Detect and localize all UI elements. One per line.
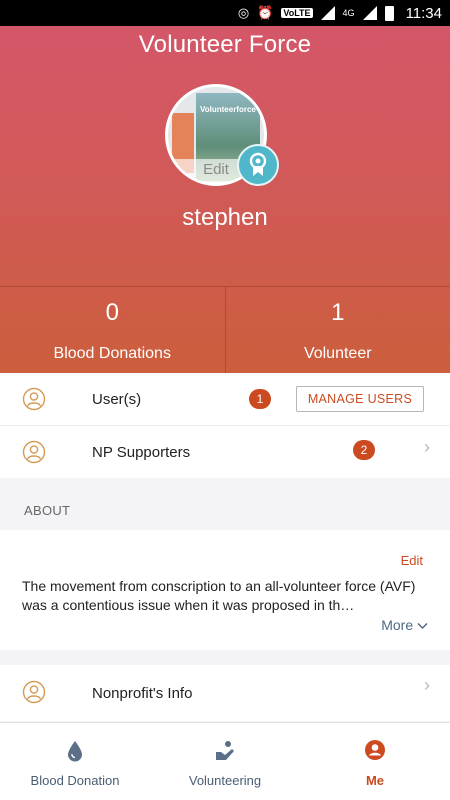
stat-value: 1 xyxy=(331,299,345,326)
about-card: Edit The movement from conscription to a… xyxy=(0,530,450,650)
avatar-image-caption: Volunteerforce xyxy=(200,105,256,114)
stat-volunteer[interactable]: 1 Volunteer xyxy=(224,287,450,373)
page-title: Volunteer Force xyxy=(138,31,312,58)
profile-header: ◎ ⏰ VoLTE 4G 11:34 Volunteer Force Volun… xyxy=(0,0,450,373)
nav-label: Me xyxy=(365,773,385,788)
signal-icon-2 xyxy=(362,6,377,20)
chevron-down-icon xyxy=(417,623,428,630)
users-count-badge: 1 xyxy=(249,389,271,409)
chevron-right-icon: › xyxy=(424,437,430,457)
nonprofit-info-label: Nonprofit's Info xyxy=(92,684,193,702)
nav-blood-donation[interactable]: Blood Donation xyxy=(0,723,150,800)
users-label: User(s) xyxy=(92,390,142,408)
nonprofit-info-row[interactable]: Nonprofit's Info › xyxy=(0,665,450,721)
np-supporters-label: NP Supporters xyxy=(92,443,191,461)
profile-icon xyxy=(365,740,385,760)
username: stephen xyxy=(182,204,268,231)
status-bar: ◎ ⏰ VoLTE 4G 11:34 xyxy=(0,0,450,26)
network-type: 4G xyxy=(342,8,355,18)
supporters-count-badge: 2 xyxy=(353,440,375,460)
alarm-icon: ⏰ xyxy=(257,5,274,20)
stat-value: 0 xyxy=(105,299,119,326)
more-label: More xyxy=(381,617,414,633)
about-text: The movement from conscription to an all… xyxy=(22,578,416,613)
volunteer-badge-icon xyxy=(237,144,279,186)
bottom-nav: Blood Donation Volunteering Me xyxy=(0,722,450,800)
about-edit-link[interactable]: Edit xyxy=(401,553,423,568)
about-section-heading: ABOUT xyxy=(24,503,71,518)
volte-indicator: VoLTE xyxy=(281,8,313,18)
nav-label: Volunteering xyxy=(188,773,262,788)
blood-drop-icon xyxy=(68,741,82,762)
status-time: 11:34 xyxy=(405,4,442,22)
signal-icon xyxy=(320,6,335,20)
chevron-right-icon: › xyxy=(424,675,430,695)
about-more-link[interactable]: More xyxy=(381,617,428,633)
nav-label: Blood Donation xyxy=(30,773,120,788)
volunteer-hand-icon xyxy=(216,741,234,760)
nav-me[interactable]: Me xyxy=(300,723,450,800)
person-icon xyxy=(22,680,46,704)
manage-users-button[interactable]: MANAGE USERS xyxy=(296,386,424,412)
person-icon xyxy=(22,440,46,464)
nav-volunteering[interactable]: Volunteering xyxy=(150,723,300,800)
stat-label: Blood Donations xyxy=(53,345,171,362)
np-supporters-row[interactable]: NP Supporters 2 › xyxy=(0,426,450,478)
stat-label: Volunteer xyxy=(303,345,372,362)
person-icon xyxy=(22,387,46,411)
stats-bar: 0 Blood Donations 1 Volunteer xyxy=(0,286,450,373)
battery-icon xyxy=(384,5,394,21)
hotspot-icon: ◎ xyxy=(237,5,250,20)
stat-blood-donations[interactable]: 0 Blood Donations xyxy=(0,287,225,373)
users-row: User(s) 1 MANAGE USERS xyxy=(0,373,450,425)
